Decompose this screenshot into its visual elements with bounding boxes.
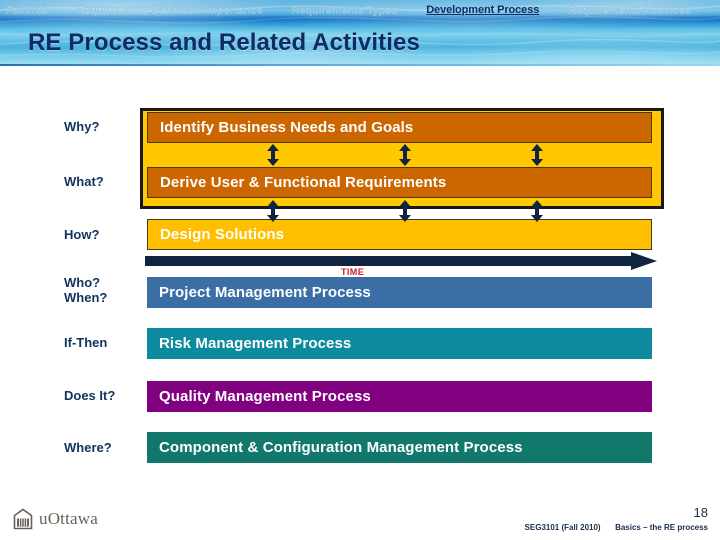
process-bar-component-configuration-management-process[interactable]: Component & Configuration Management Pro… (147, 432, 652, 463)
nav-item-development-process[interactable]: Development Process (426, 4, 539, 16)
question-label-does-it: Does It? (64, 388, 116, 403)
process-bar-derive-user-functional-requirements[interactable]: Derive User & Functional Requirements (147, 167, 652, 198)
uottawa-logo: uOttawa (12, 508, 98, 530)
question-label-how: How? (64, 227, 100, 242)
process-bar-label: Project Management Process (159, 284, 371, 301)
double-arrow-icon (399, 144, 411, 166)
process-bar-label: Risk Management Process (159, 335, 352, 352)
process-bar-design-solutions[interactable]: Design Solutions (147, 219, 652, 250)
question-label-what: What? (64, 174, 104, 189)
double-arrow-icon (531, 200, 543, 222)
nav-item-requirements-types[interactable]: Requirements Types (292, 4, 398, 16)
question-label-if-then: If-Then (64, 335, 108, 350)
slide-nav: Failures Requirements Definition/Importa… (0, 0, 720, 20)
footer-divider (0, 496, 720, 497)
process-bar-label: Component & Configuration Management Pro… (159, 439, 523, 456)
pavilion-building-icon (13, 508, 33, 530)
slide-number: 18 (693, 505, 708, 520)
double-arrow-icon (399, 200, 411, 222)
double-arrow-icon (267, 144, 279, 166)
process-bar-quality-management-process[interactable]: Quality Management Process (147, 381, 652, 412)
process-bar-identify-business-needs[interactable]: Identify Business Needs and Goals (147, 112, 652, 143)
nav-item-requirements-activities[interactable]: Requirements Activities (568, 4, 691, 16)
process-bar-label: Quality Management Process (159, 388, 371, 405)
time-axis-label: TIME (341, 267, 365, 277)
footer-subtitle: Basics – the RE process (615, 523, 708, 532)
question-label-where: Where? (64, 440, 112, 455)
time-arrow-icon (145, 252, 657, 270)
banner-underline (0, 64, 720, 66)
process-bar-label: Design Solutions (160, 226, 285, 243)
process-bar-label: Identify Business Needs and Goals (160, 119, 414, 136)
question-label-who-when: Who? When? (64, 275, 107, 305)
process-bar-risk-management-process[interactable]: Risk Management Process (147, 328, 652, 359)
nav-item-requirements-definition[interactable]: Requirements Definition/Importance (76, 4, 262, 16)
question-label-when: When? (64, 290, 108, 305)
slide-banner: Failures Requirements Definition/Importa… (0, 0, 720, 66)
re-process-diagram: Why? Identify Business Needs and Goals W… (0, 66, 720, 496)
process-bar-project-management-process[interactable]: Project Management Process (147, 277, 652, 308)
footer-course: SEG3101 (Fall 2010) (524, 523, 601, 532)
double-arrow-icon (531, 144, 543, 166)
question-label-who: Who? (64, 275, 101, 290)
double-arrow-icon (267, 200, 279, 222)
process-bar-label: Derive User & Functional Requirements (160, 174, 447, 191)
page-title: RE Process and Related Activities (28, 29, 420, 56)
uottawa-logo-text: uOttawa (39, 509, 98, 528)
question-label-why: Why? (64, 119, 100, 134)
nav-item-failures[interactable]: Failures (6, 4, 47, 16)
footer-meta: SEG3101 (Fall 2010) Basics – the RE proc… (525, 523, 708, 532)
